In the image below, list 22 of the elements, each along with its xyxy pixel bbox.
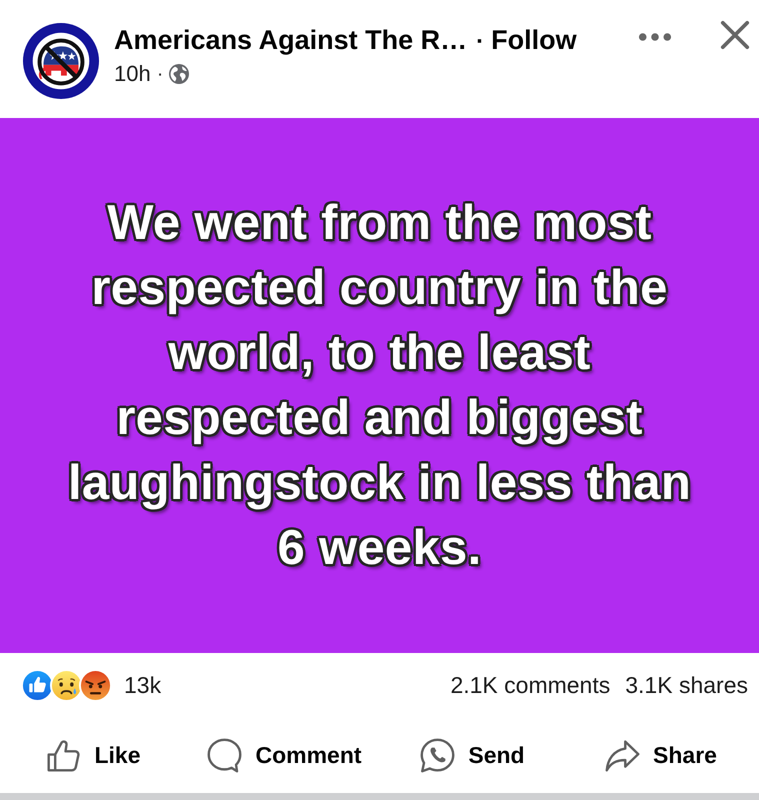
comment-icon [206, 736, 244, 774]
crossed-elephant-avatar-icon[interactable] [22, 22, 100, 100]
send-button[interactable]: Send [415, 732, 529, 778]
page-name[interactable]: Americans Against The R… [114, 23, 468, 57]
comments-count-link[interactable]: 2.1K comments [450, 672, 610, 698]
close-icon[interactable] [720, 20, 750, 50]
angry-face-icon[interactable] [79, 668, 112, 702]
sad-face-icon[interactable] [50, 668, 83, 702]
shares-count-link[interactable]: 3.1K shares [625, 672, 748, 698]
comment-button[interactable]: Comment [202, 732, 366, 778]
like-button[interactable]: Like [41, 732, 145, 778]
follow-button[interactable]: Follow [491, 23, 577, 57]
share-button[interactable]: Share [600, 732, 721, 778]
post-time[interactable]: 10h [114, 60, 151, 88]
reaction-count[interactable]: 13k [124, 672, 162, 698]
separator-dot: · [156, 62, 164, 86]
more-options-icon[interactable] [638, 32, 672, 42]
globe-icon [169, 64, 190, 84]
post-text: We went from the most respected country in the world, to the least respected and biggest laughingstock in less than 6 weeks. [66, 194, 692, 576]
like-reaction-icon[interactable] [21, 668, 54, 702]
separator-dot: · [476, 28, 484, 56]
chat-phone-icon [419, 736, 456, 774]
